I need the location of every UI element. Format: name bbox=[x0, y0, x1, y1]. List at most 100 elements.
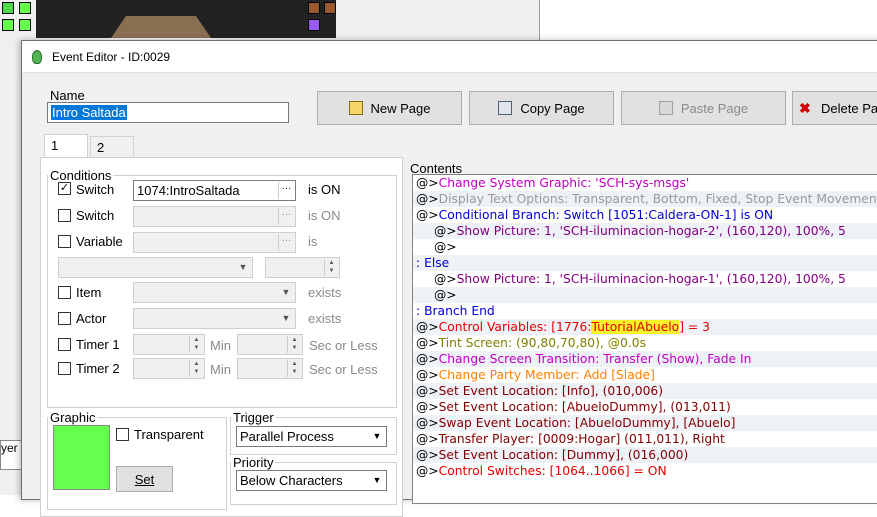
event-command-list[interactable]: @>Change System Graphic: 'SCH-sys-msgs' @… bbox=[412, 174, 877, 504]
command-row[interactable]: @>Control Variables: [1776:TutorialAbuel… bbox=[413, 319, 877, 335]
switch1-checkbox[interactable]: ✓ bbox=[58, 182, 71, 195]
event-name-input[interactable]: Intro Saltada bbox=[47, 102, 289, 123]
map-event-icon[interactable] bbox=[308, 2, 320, 14]
command-prefix: : bbox=[416, 256, 425, 270]
command-prefix: @> bbox=[434, 240, 457, 254]
command-row[interactable]: @>Display Text Options: Transparent, Bot… bbox=[413, 191, 877, 207]
map-tile-purple[interactable] bbox=[308, 19, 320, 31]
command-prefix: @> bbox=[416, 368, 439, 382]
variable-suffix: is bbox=[308, 234, 318, 249]
command-row[interactable]: @>Conditional Branch: Switch [1051:Calde… bbox=[413, 207, 877, 223]
spinner-arrows-icon[interactable]: ▲ ▼ bbox=[324, 259, 338, 276]
tab-page-2[interactable]: 2 bbox=[90, 136, 134, 158]
timer1-min-label: Min bbox=[210, 338, 231, 353]
actor-select[interactable]: ▼ bbox=[133, 308, 296, 329]
timer2-checkbox[interactable] bbox=[58, 362, 71, 375]
command-row[interactable]: @>Show Picture: 1, 'SCH-iluminacion-hoga… bbox=[413, 271, 877, 287]
command-text: Conditional Branch: Switch [1051:Caldera… bbox=[438, 208, 774, 222]
command-row[interactable]: @>Change Party Member: Add [Slade] bbox=[413, 367, 877, 383]
delete-page-label: Delete Pa bbox=[821, 100, 877, 116]
command-prefix: : bbox=[416, 304, 425, 318]
switch2-field[interactable]: ··· bbox=[133, 206, 296, 227]
command-row[interactable]: : Branch End bbox=[413, 303, 877, 319]
map-tile-green[interactable] bbox=[2, 19, 14, 31]
paste-page-button[interactable]: Paste Page bbox=[621, 91, 786, 125]
command-prefix: @> bbox=[416, 192, 439, 206]
copy-page-label: Copy Page bbox=[520, 100, 585, 116]
command-row[interactable]: @>Change Screen Transition: Transfer (Sh… bbox=[413, 351, 877, 367]
spinner-arrows-icon[interactable]: ▲ ▼ bbox=[287, 336, 301, 353]
trigger-value: Parallel Process bbox=[240, 429, 334, 444]
actor-checkbox[interactable] bbox=[58, 312, 71, 325]
paste-icon bbox=[658, 101, 673, 115]
switch1-browse-button[interactable]: ··· bbox=[278, 182, 294, 199]
variable-value-spinner[interactable]: ▲ ▼ bbox=[265, 257, 340, 278]
command-row[interactable]: @>Swap Event Location: [AbueloDummy], [A… bbox=[413, 415, 877, 431]
timer1-sec-spinner[interactable]: ▲ ▼ bbox=[237, 334, 303, 355]
variable-browse-button[interactable]: ··· bbox=[278, 234, 294, 251]
new-page-button[interactable]: New Page bbox=[317, 91, 462, 125]
priority-select[interactable]: Below Characters ▼ bbox=[236, 470, 387, 491]
item-suffix: exists bbox=[308, 285, 342, 300]
map-tile-green[interactable] bbox=[19, 19, 31, 31]
trigger-legend: Trigger bbox=[233, 410, 274, 425]
priority-value: Below Characters bbox=[240, 473, 343, 488]
command-row[interactable]: @>Set Event Location: [AbueloDummy], (01… bbox=[413, 399, 877, 415]
switch1-label: Switch bbox=[76, 182, 115, 197]
command-row[interactable]: @>Show Picture: 1, 'SCH-iluminacion-hoga… bbox=[413, 223, 877, 239]
timer1-min-spinner[interactable]: ▲ ▼ bbox=[133, 334, 205, 355]
chevron-down-icon: ▼ bbox=[238, 262, 248, 272]
switch2-checkbox[interactable] bbox=[58, 209, 71, 222]
switch1-field[interactable]: 1074:IntroSaltada ··· bbox=[133, 180, 296, 201]
command-prefix: @> bbox=[416, 208, 439, 222]
timer2-min-spinner[interactable]: ▲ ▼ bbox=[133, 358, 205, 379]
command-row[interactable]: @>Set Event Location: [Dummy], (016,000) bbox=[413, 447, 877, 463]
command-row[interactable]: @>Change System Graphic: 'SCH-sys-msgs' bbox=[413, 175, 877, 191]
tab-page-1[interactable]: 1 bbox=[44, 134, 88, 157]
timer1-checkbox[interactable] bbox=[58, 338, 71, 351]
spinner-arrows-icon[interactable]: ▲ ▼ bbox=[287, 360, 301, 377]
spinner-arrows-icon[interactable]: ▲ ▼ bbox=[189, 336, 203, 353]
item-checkbox[interactable] bbox=[58, 286, 71, 299]
event-name-value: Intro Saltada bbox=[51, 105, 127, 120]
map-tile-green[interactable] bbox=[19, 2, 31, 14]
background-text: yer bbox=[1, 441, 18, 455]
command-row[interactable]: @>Control Switches: [1064..1066] = ON bbox=[413, 463, 877, 479]
command-text: Change Screen Transition: Transfer (Show… bbox=[438, 352, 752, 366]
command-prefix: @> bbox=[416, 448, 439, 462]
command-prefix: @> bbox=[416, 384, 439, 398]
switch2-browse-button[interactable]: ··· bbox=[278, 208, 294, 225]
chevron-down-icon: ▼ bbox=[372, 475, 382, 485]
command-row[interactable]: @>Tint Screen: (90,80,70,80), @0.0s bbox=[413, 335, 877, 351]
command-row[interactable]: @>Transfer Player: [0009:Hogar] (011,011… bbox=[413, 431, 877, 447]
variable-checkbox[interactable] bbox=[58, 235, 71, 248]
command-prefix: @> bbox=[416, 464, 439, 478]
copy-icon bbox=[498, 101, 513, 115]
app-icon bbox=[32, 49, 42, 64]
spinner-arrows-icon[interactable]: ▲ ▼ bbox=[189, 360, 203, 377]
set-graphic-button[interactable]: Set bbox=[116, 466, 173, 492]
trigger-select[interactable]: Parallel Process ▼ bbox=[236, 426, 387, 447]
graphic-preview[interactable] bbox=[53, 425, 110, 490]
map-tile-green[interactable] bbox=[2, 2, 14, 14]
timer2-sec-spinner[interactable]: ▲ ▼ bbox=[237, 358, 303, 379]
title-bar[interactable]: Event Editor - ID:0029 bbox=[22, 41, 877, 73]
command-row[interactable]: : Else bbox=[413, 255, 877, 271]
command-row[interactable]: @> bbox=[413, 287, 877, 303]
command-row[interactable]: @> bbox=[413, 239, 877, 255]
actor-suffix: exists bbox=[308, 311, 342, 326]
variable-field[interactable]: ··· bbox=[133, 232, 296, 253]
delete-page-button[interactable]: ✖ Delete Pa bbox=[792, 91, 877, 125]
copy-page-button[interactable]: Copy Page bbox=[469, 91, 614, 125]
command-row[interactable]: @>Set Event Location: [Info], (010,006) bbox=[413, 383, 877, 399]
transparent-checkbox[interactable] bbox=[116, 428, 129, 441]
map-event-icon[interactable] bbox=[324, 2, 336, 14]
item-select[interactable]: ▼ bbox=[133, 282, 296, 303]
command-text: Control Variables: [1776: bbox=[438, 320, 592, 334]
variable-operator-select[interactable]: ▼ bbox=[58, 257, 253, 278]
command-prefix: @> bbox=[434, 272, 457, 286]
map-view[interactable] bbox=[36, 0, 336, 38]
new-page-icon bbox=[348, 101, 363, 115]
command-prefix: @> bbox=[416, 320, 439, 334]
chevron-down-icon: ▼ bbox=[372, 431, 382, 441]
